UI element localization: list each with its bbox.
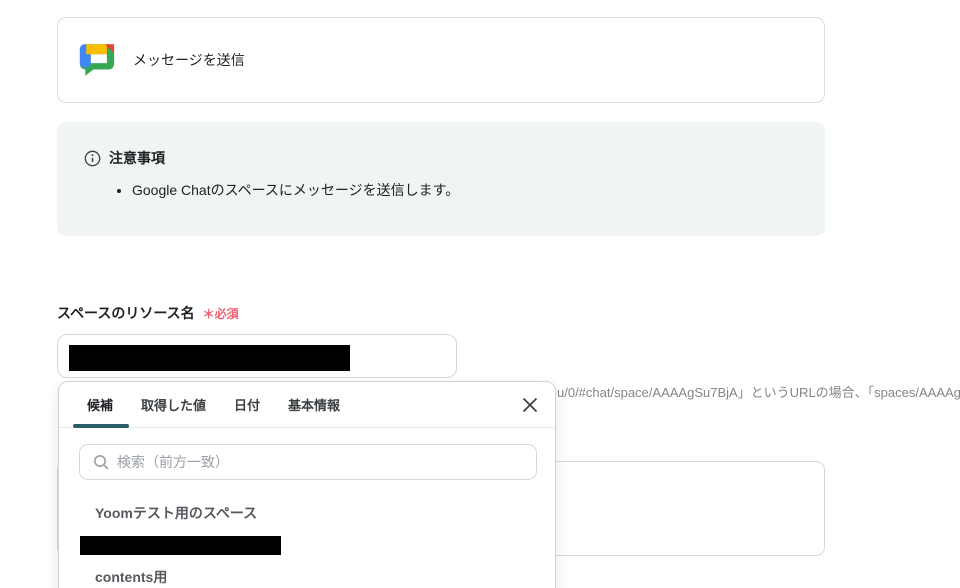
picker-search-box[interactable] <box>79 444 537 480</box>
google-chat-icon <box>79 43 115 77</box>
active-tab-underline <box>73 424 129 428</box>
picker-tabs-row: 候補 取得した値 日付 基本情報 <box>59 382 555 428</box>
notes-card: 注意事項 Google Chatのスペースにメッセージを送信します。 <box>57 122 825 236</box>
picker-search-input[interactable] <box>117 454 536 470</box>
required-badge: ＊必須 <box>203 305 239 322</box>
space-field-help-text: u/0/#chat/space/AAAAgSu7BjA」というURLの場合、「s… <box>557 382 960 401</box>
tab-candidates[interactable]: 候補 <box>73 382 127 428</box>
picker-item-redacted[interactable] <box>59 529 555 561</box>
search-icon <box>93 454 110 471</box>
info-icon <box>84 150 101 167</box>
picker-list: Yoomテスト用のスペース contents用 <box>59 497 555 588</box>
value-picker-popup: 候補 取得した値 日付 基本情報 Yoomテスト用のスペース <box>58 381 556 588</box>
note-title: 注意事項 <box>109 148 165 168</box>
redacted-input-value <box>69 345 350 371</box>
note-item: Google Chatのスペースにメッセージを送信します。 <box>132 181 801 201</box>
tab-basic-info[interactable]: 基本情報 <box>274 382 354 428</box>
space-field-label-row: スペースのリソース名 ＊必須 <box>57 303 239 323</box>
tab-retrieved-values[interactable]: 取得した値 <box>127 382 220 428</box>
space-resource-input[interactable] <box>57 334 457 378</box>
redacted-list-value <box>80 536 281 555</box>
space-field-label: スペースのリソース名 <box>57 303 195 323</box>
note-list: Google Chatのスペースにメッセージを送信します。 <box>132 181 801 201</box>
close-button[interactable] <box>518 393 542 417</box>
close-icon <box>521 396 539 414</box>
action-title: メッセージを送信 <box>133 50 245 70</box>
page: メッセージを送信 注意事項 Google Chatのスペースにメッセージを送信し… <box>0 0 960 588</box>
note-title-row: 注意事項 <box>84 148 801 168</box>
tab-date[interactable]: 日付 <box>220 382 274 428</box>
action-header-card[interactable]: メッセージを送信 <box>57 17 825 103</box>
picker-item-yoom-test-space[interactable]: Yoomテスト用のスペース <box>59 497 555 529</box>
picker-item-contents[interactable]: contents用 <box>59 561 555 588</box>
